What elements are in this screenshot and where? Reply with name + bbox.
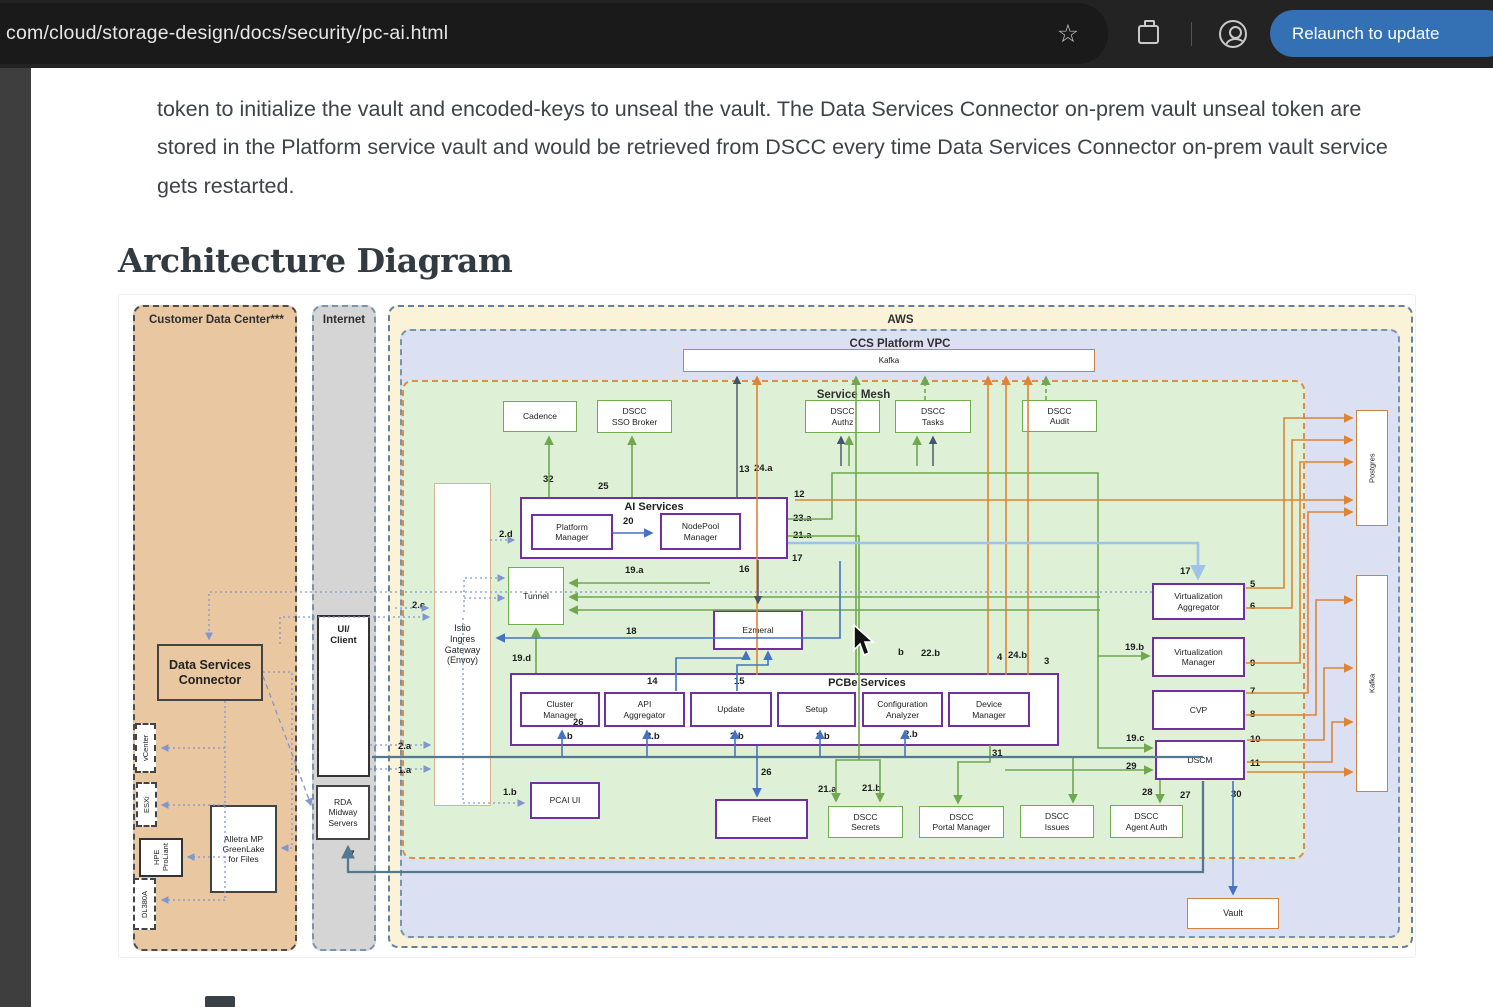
diagram-connectors bbox=[0, 0, 1493, 1007]
mouse-cursor bbox=[852, 624, 878, 658]
browser-window: com/cloud/storage-design/docs/security/p… bbox=[0, 0, 1493, 1007]
